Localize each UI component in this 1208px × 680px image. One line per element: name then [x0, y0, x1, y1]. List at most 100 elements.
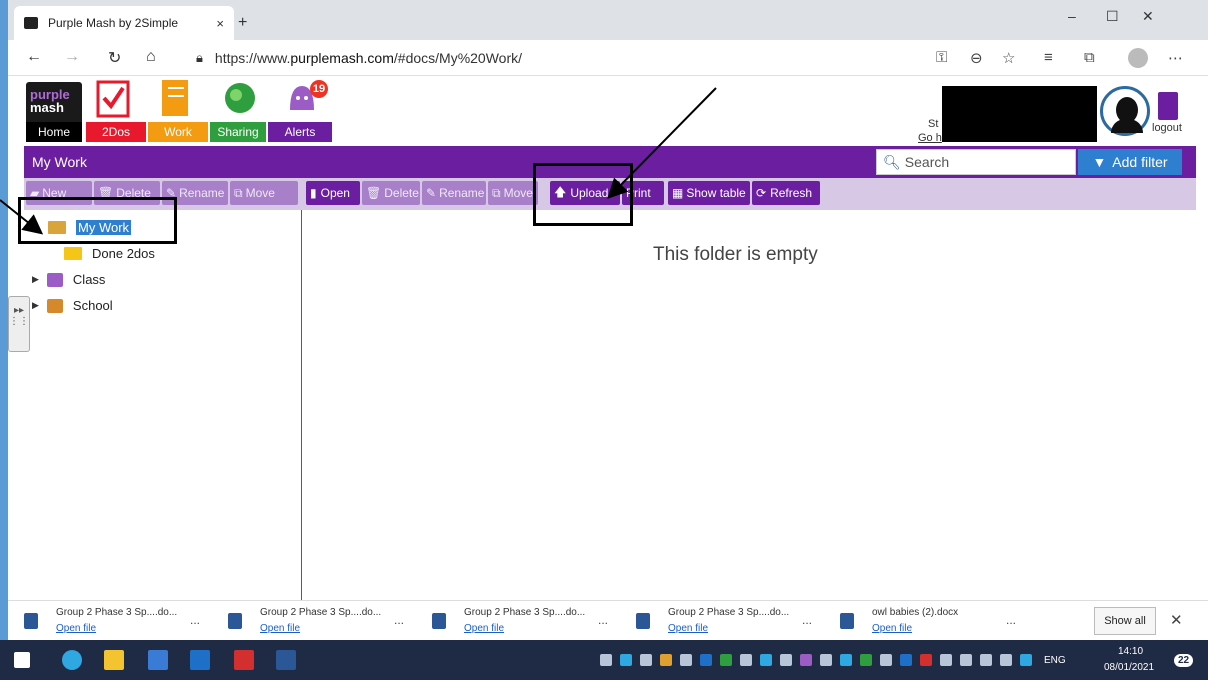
download-item[interactable]: Group 2 Phase 3 Sp....do... Open file... [16, 605, 216, 637]
download-more-icon[interactable]: ... [1006, 613, 1016, 627]
open-file-link[interactable]: Open file [56, 623, 96, 634]
refresh-icon[interactable]: ↻ [108, 48, 121, 68]
move-button[interactable]: ⧉ Move [488, 181, 538, 205]
store-icon[interactable] [148, 650, 168, 670]
tray-icon[interactable] [840, 654, 852, 666]
edge-browser-icon[interactable] [62, 650, 82, 670]
download-more-icon[interactable]: ... [190, 613, 200, 627]
forward-arrow-icon[interactable]: → [64, 48, 80, 66]
close-window-button[interactable]: ✕ [1142, 8, 1154, 25]
clock-date[interactable]: 08/01/2021 [1104, 662, 1154, 673]
new-tab-button[interactable]: + [238, 14, 247, 32]
tray-icon[interactable] [680, 654, 692, 666]
home-icon[interactable]: ⌂ [146, 48, 156, 66]
add-filter-button[interactable]: ▼ Add filter [1078, 149, 1182, 175]
acrobat-icon[interactable] [234, 650, 254, 670]
open-button[interactable]: ▮ Open [306, 181, 360, 205]
download-more-icon[interactable]: ... [394, 613, 404, 627]
clock-time[interactable]: 14:10 [1118, 646, 1143, 657]
nav-2dos[interactable]: 2Dos [86, 122, 146, 142]
windows-start-icon[interactable] [14, 652, 30, 668]
wifi-icon[interactable] [980, 654, 992, 666]
sharing-globe-icon[interactable] [220, 78, 260, 118]
tree-item-class[interactable]: ▶ Class [32, 272, 105, 287]
2dos-checklist-icon[interactable] [94, 78, 134, 118]
language-indicator[interactable]: ENG [1044, 655, 1066, 666]
move-icon: ⧉ [234, 185, 243, 200]
user-home-link[interactable]: Go h [918, 132, 942, 144]
volume-icon[interactable] [1000, 654, 1012, 666]
key-icon[interactable]: ⚿ [936, 49, 947, 66]
browser-tab[interactable]: Purple Mash by 2Simple × [14, 6, 234, 40]
zoom-icon[interactable]: ⊖ [970, 49, 983, 67]
nav-alerts[interactable]: Alerts [268, 122, 332, 142]
tray-icon[interactable] [940, 654, 952, 666]
tree-rename-label: Rename [179, 186, 225, 200]
tray-icon[interactable] [800, 654, 812, 666]
outlook-icon[interactable] [190, 650, 210, 670]
tab-close-icon[interactable]: × [216, 16, 224, 31]
favorite-star-icon[interactable]: ☆ [1002, 49, 1015, 67]
tray-icon[interactable] [880, 654, 892, 666]
delete-button[interactable]: 🗑︎ Delete [362, 181, 420, 205]
search-input[interactable]: 🔍︎ Search [876, 149, 1076, 175]
class-group-icon [46, 272, 63, 287]
maximize-button[interactable]: ☐ [1106, 8, 1119, 25]
download-item[interactable]: owl babies (2).docx Open file... [832, 605, 1032, 637]
tree-item-school[interactable]: ▶ School [32, 298, 113, 313]
nav-home[interactable]: Home [26, 122, 82, 142]
tree-move-button[interactable]: ⧉ Move [230, 181, 298, 205]
tray-icon[interactable] [900, 654, 912, 666]
side-panel-handle[interactable]: ▸▸ ⋮⋮ [8, 296, 30, 352]
favorites-list-icon[interactable]: ≡ [1044, 49, 1053, 66]
back-arrow-icon[interactable]: ← [26, 48, 42, 66]
tray-icon[interactable] [600, 654, 612, 666]
url-field[interactable]: 🔒︎ https://www. purplemash.com/#docs/My%2… [196, 46, 916, 70]
nav-work[interactable]: Work [148, 122, 208, 142]
logout-link[interactable]: logout [1152, 122, 1182, 134]
tray-icon[interactable] [820, 654, 832, 666]
word-icon[interactable] [276, 650, 296, 670]
more-options-icon[interactable]: ⋯ [1168, 49, 1183, 67]
tree-item-done-2dos[interactable]: Done 2dos [64, 246, 155, 261]
tray-icon[interactable] [860, 654, 872, 666]
tray-icon[interactable] [920, 654, 932, 666]
pen-icon[interactable] [1020, 654, 1032, 666]
tray-icon[interactable] [640, 654, 652, 666]
tray-icon[interactable] [780, 654, 792, 666]
expand-triangle-icon[interactable]: ▶ [32, 300, 39, 311]
tray-icon[interactable] [660, 654, 672, 666]
show-table-button[interactable]: ▦ Show table [668, 181, 750, 205]
logout-door-icon[interactable] [1158, 92, 1178, 120]
rename-button[interactable]: ✎ Rename [422, 181, 486, 205]
collections-icon[interactable]: ⧉ [1084, 49, 1095, 66]
show-all-downloads-button[interactable]: Show all [1094, 607, 1156, 635]
refresh-button[interactable]: ⟳ Refresh [752, 181, 820, 205]
tray-icon[interactable] [720, 654, 732, 666]
close-downloads-icon[interactable]: ✕ [1170, 611, 1183, 629]
open-file-link[interactable]: Open file [260, 623, 300, 634]
open-file-link[interactable]: Open file [668, 623, 708, 634]
tray-icon[interactable] [620, 654, 632, 666]
download-item[interactable]: Group 2 Phase 3 Sp....do... Open file... [220, 605, 420, 637]
open-file-link[interactable]: Open file [464, 623, 504, 634]
profile-avatar-icon[interactable] [1128, 48, 1148, 68]
open-file-link[interactable]: Open file [872, 623, 912, 634]
network-icon[interactable] [960, 654, 972, 666]
tray-icon[interactable] [760, 654, 772, 666]
download-item[interactable]: Group 2 Phase 3 Sp....do... Open file... [628, 605, 828, 637]
tray-icon[interactable] [740, 654, 752, 666]
user-avatar[interactable] [1100, 86, 1150, 136]
download-item[interactable]: Group 2 Phase 3 Sp....do... Open file... [424, 605, 624, 637]
word-doc-icon [432, 613, 446, 629]
minimize-button[interactable]: – [1068, 8, 1076, 24]
download-name: Group 2 Phase 3 Sp....do... [260, 607, 382, 618]
tray-icon[interactable] [700, 654, 712, 666]
expand-triangle-icon[interactable]: ▶ [32, 274, 39, 285]
action-center-badge[interactable]: 22 [1174, 654, 1194, 667]
work-notebook-icon[interactable] [156, 78, 196, 118]
download-more-icon[interactable]: ... [598, 613, 608, 627]
download-more-icon[interactable]: ... [802, 613, 812, 627]
nav-sharing[interactable]: Sharing [210, 122, 266, 142]
file-explorer-icon[interactable] [104, 650, 124, 670]
